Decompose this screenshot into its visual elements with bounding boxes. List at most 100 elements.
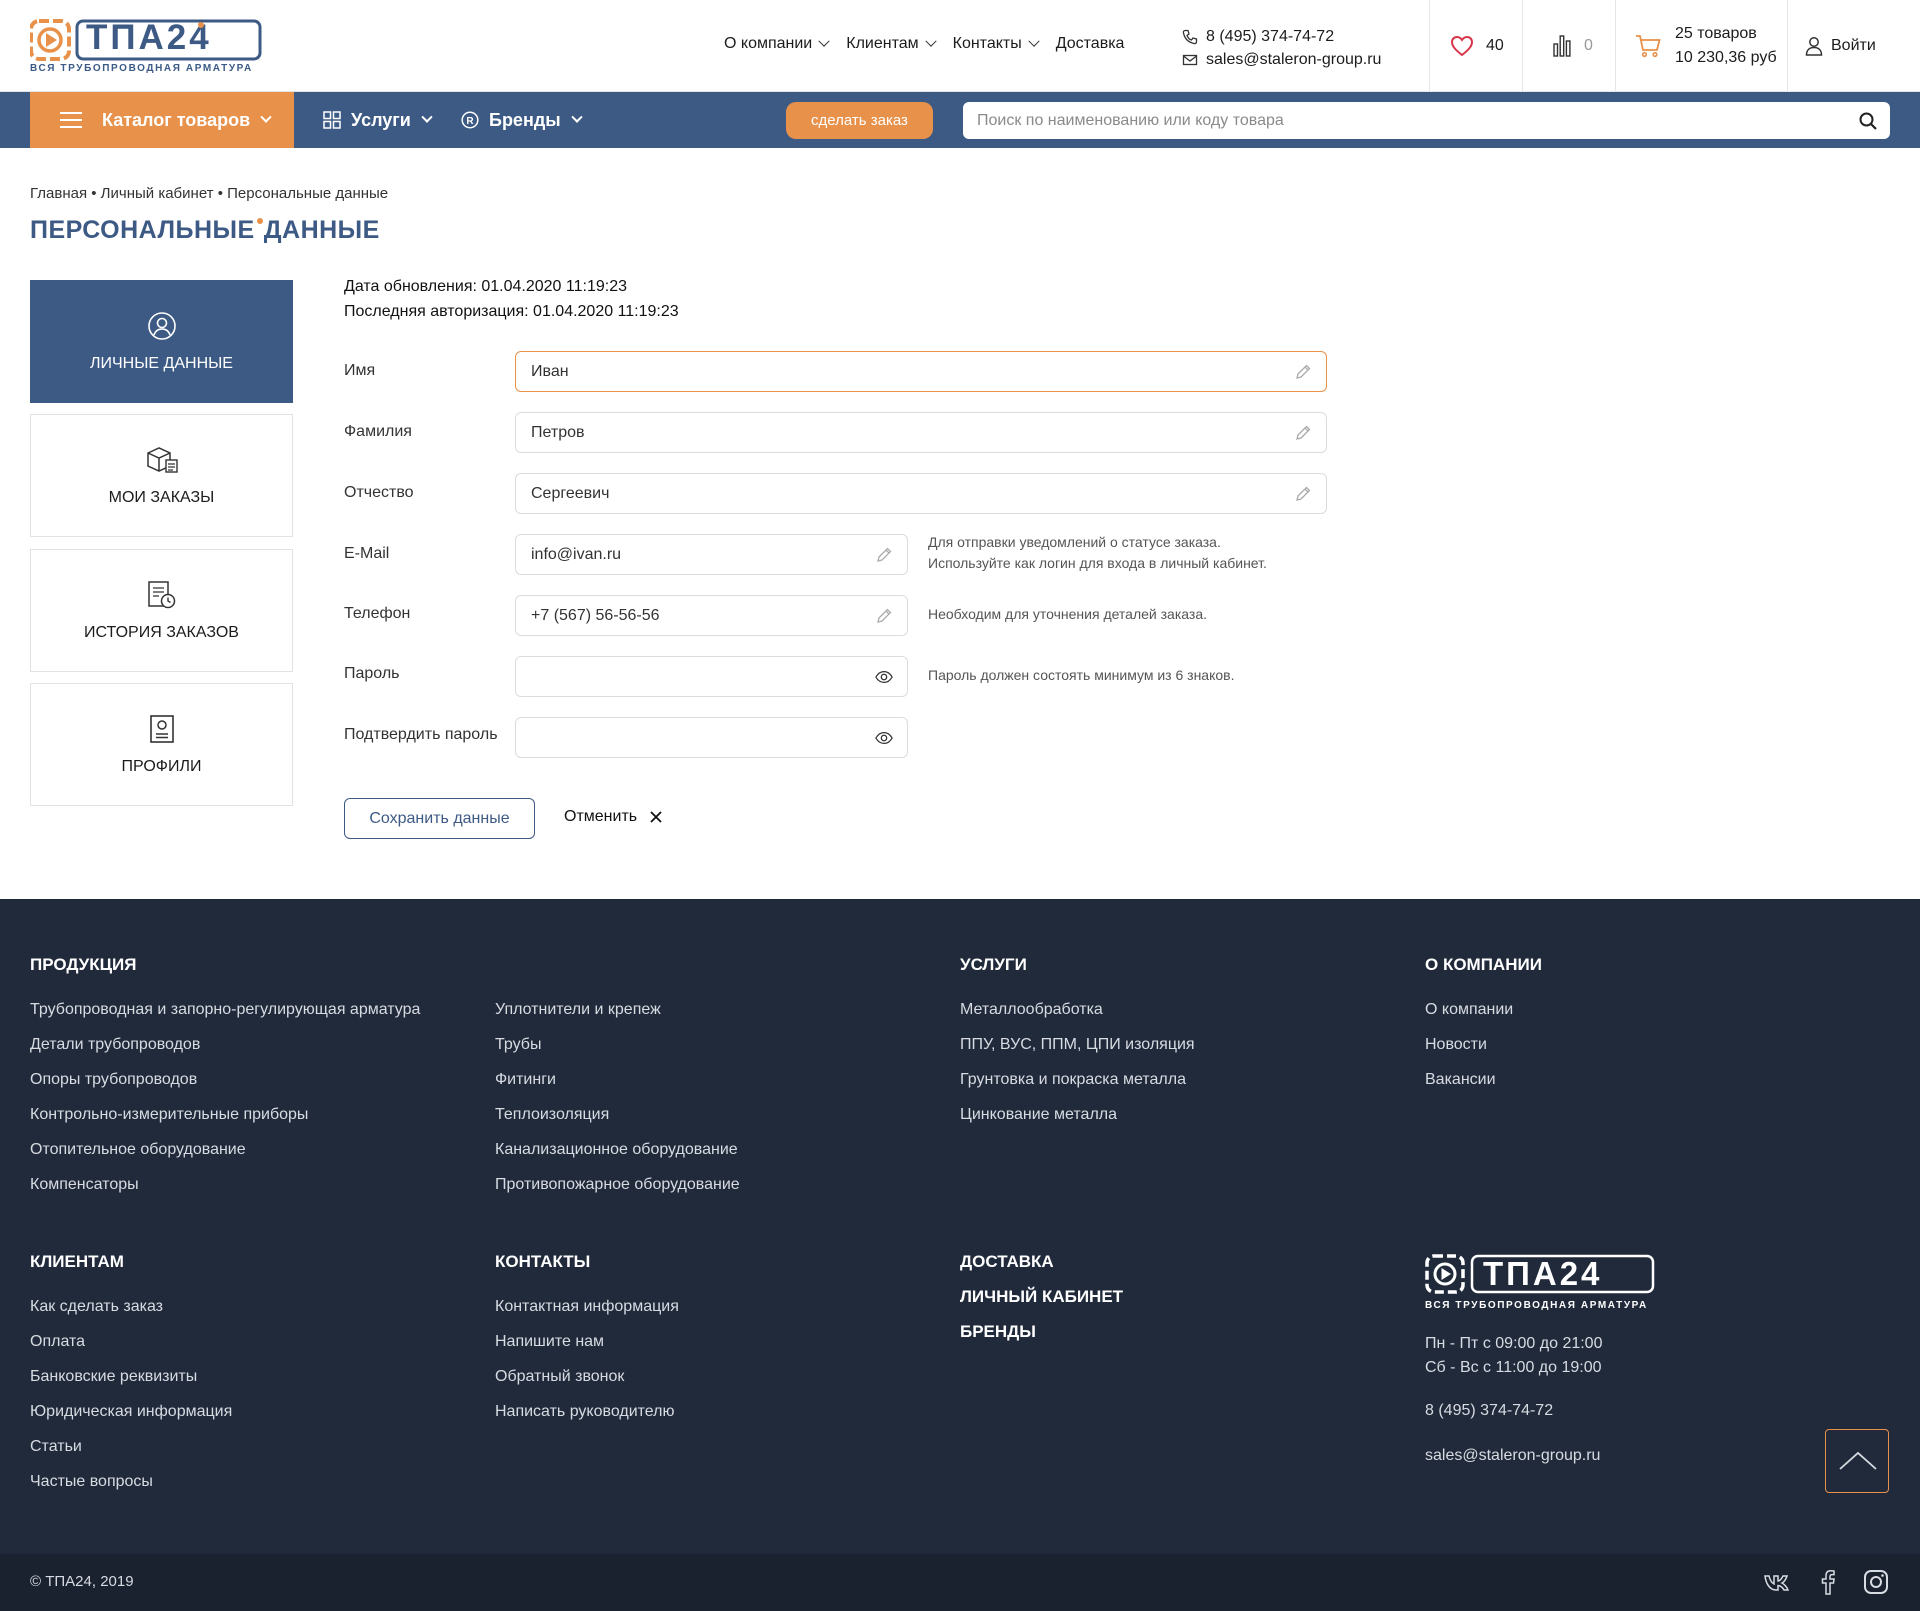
mail-icon	[1182, 54, 1198, 65]
footer-delivery-title[interactable]: ДОСТАВКА	[960, 1252, 1054, 1272]
pencil-icon[interactable]	[1294, 485, 1312, 503]
footer-bottom-bar: © ТПА24, 2019	[0, 1554, 1920, 1611]
search-icon[interactable]	[1858, 111, 1878, 131]
footer-link[interactable]: Написать руководителю	[495, 1403, 675, 1421]
footer-link[interactable]: Противопожарное оборудование	[495, 1176, 740, 1194]
heart-icon	[1450, 35, 1474, 57]
footer-link[interactable]: Напишите нам	[495, 1333, 604, 1351]
sidebar-item-label: ЛИЧНЫЕ ДАННЫЕ	[90, 354, 233, 372]
footer-link[interactable]: Частые вопросы	[30, 1473, 153, 1491]
header-phone[interactable]: 8 (495) 374-74-72	[1206, 25, 1334, 48]
confirm-password-label: Подтвердить пароль	[344, 726, 498, 743]
footer-link[interactable]: Опоры трубопроводов	[30, 1071, 197, 1089]
eye-icon[interactable]	[875, 729, 893, 747]
footer-link[interactable]: Юридическая информация	[30, 1403, 232, 1421]
facebook-icon[interactable]	[1814, 1568, 1842, 1596]
footer-contacts-title[interactable]: КОНТАКТЫ	[495, 1252, 590, 1272]
title-dot	[256, 218, 263, 224]
footer-link[interactable]: Статьи	[30, 1438, 82, 1456]
phone-input[interactable]	[516, 596, 856, 635]
pencil-icon[interactable]	[875, 607, 893, 625]
footer-link[interactable]: Как сделать заказ	[30, 1298, 163, 1316]
sidebar-item-label: МОИ ЗАКАЗЫ	[108, 488, 215, 506]
footer-clients-title[interactable]: КЛИЕНТАМ	[30, 1252, 124, 1272]
footer-link[interactable]: Уплотнители и крепеж	[495, 1001, 661, 1019]
footer-link[interactable]: Цинкование металла	[960, 1106, 1117, 1124]
pencil-icon[interactable]	[875, 546, 893, 564]
login-button[interactable]: Войти	[1805, 0, 1895, 92]
nav-contacts[interactable]: Контакты	[953, 35, 1040, 53]
header-email[interactable]: sales@staleron-group.ru	[1206, 48, 1381, 71]
breadcrumb[interactable]: Главная • Личный кабинет • Персональные …	[30, 185, 388, 202]
cart-button[interactable]: 25 товаров 10 230,36 руб	[1635, 0, 1785, 92]
brands-menu[interactable]: R Бренды	[461, 92, 583, 148]
close-icon	[650, 811, 662, 823]
catalog-label: Каталог товаров	[102, 109, 251, 130]
chevron-down-icon	[421, 111, 433, 123]
first-name-input[interactable]	[516, 352, 1276, 391]
cancel-button[interactable]: Отменить	[564, 808, 663, 826]
footer-link[interactable]: Компенсаторы	[30, 1176, 139, 1194]
nav-about[interactable]: О компании	[724, 35, 830, 53]
services-menu[interactable]: Услуги	[323, 92, 433, 148]
vk-icon[interactable]	[1763, 1568, 1791, 1596]
footer-link[interactable]: Теплоизоляция	[495, 1106, 609, 1124]
footer-link[interactable]: Контрольно-измерительные приборы	[30, 1106, 308, 1124]
footer-link[interactable]: Канализационное оборудование	[495, 1141, 738, 1159]
footer-link[interactable]: Грунтовка и покраска металла	[960, 1071, 1186, 1089]
footer-company-title[interactable]: О КОМПАНИИ	[1425, 955, 1542, 975]
footer-link[interactable]: Отопительное оборудование	[30, 1141, 246, 1159]
page-title-part2: ДАННЫЕ	[263, 216, 380, 244]
nav-delivery-label: Доставка	[1055, 35, 1125, 52]
footer-link[interactable]: Обратный звонок	[495, 1368, 624, 1386]
eye-icon[interactable]	[875, 668, 893, 686]
footer-logo-text: ТПА24	[1483, 1255, 1603, 1292]
instagram-icon[interactable]	[1862, 1568, 1890, 1596]
grid-icon	[323, 111, 341, 129]
nav-delivery[interactable]: Доставка	[1056, 35, 1125, 53]
last-login: Последняя авторизация: 01.04.2020 11:19:…	[344, 303, 679, 320]
confirm-password-input[interactable]	[516, 718, 856, 757]
footer-phone[interactable]: 8 (495) 374-74-72	[1425, 1402, 1553, 1420]
footer-link[interactable]: Трубопроводная и запорно-регулирующая ар…	[30, 1001, 420, 1019]
compare-chart-icon	[1553, 35, 1571, 57]
pencil-icon[interactable]	[1294, 363, 1312, 381]
password-input[interactable]	[516, 657, 856, 696]
footer-link[interactable]: Новости	[1425, 1036, 1487, 1054]
footer-link[interactable]: Металлообработка	[960, 1001, 1103, 1019]
search-input[interactable]	[963, 102, 1843, 139]
sidebar-item-profiles[interactable]: ПРОФИЛИ	[30, 683, 293, 806]
pencil-icon[interactable]	[1294, 424, 1312, 442]
last-name-input[interactable]	[516, 413, 1276, 452]
footer-services-title[interactable]: УСЛУГИ	[960, 955, 1027, 975]
footer-link[interactable]: Трубы	[495, 1036, 541, 1054]
footer-link[interactable]: ППУ, ВУС, ППМ, ЦПИ изоляция	[960, 1036, 1195, 1054]
make-order-button[interactable]: сделать заказ	[786, 102, 933, 139]
footer-cabinet-title[interactable]: ЛИЧНЫЙ КАБИНЕТ	[960, 1287, 1123, 1307]
footer-brands-title[interactable]: БРЕНДЫ	[960, 1322, 1036, 1342]
footer-link[interactable]: О компании	[1425, 1001, 1513, 1019]
user-icon	[1805, 37, 1823, 56]
save-button[interactable]: Сохранить данные	[344, 798, 535, 839]
sidebar-item-order-history[interactable]: ИСТОРИЯ ЗАКАЗОВ	[30, 549, 293, 672]
footer-link[interactable]: Детали трубопроводов	[30, 1036, 200, 1054]
footer-link[interactable]: Контактная информация	[495, 1298, 679, 1316]
scroll-to-top-button[interactable]	[1825, 1429, 1889, 1493]
footer-link[interactable]: Вакансии	[1425, 1071, 1496, 1089]
email-input[interactable]	[516, 535, 856, 574]
sidebar-item-my-orders[interactable]: МОИ ЗАКАЗЫ	[30, 414, 293, 537]
middle-name-input[interactable]	[516, 474, 1276, 513]
sidebar-item-personal-data[interactable]: ЛИЧНЫЕ ДАННЫЕ	[30, 280, 293, 403]
footer-link[interactable]: Банковские реквизиты	[30, 1368, 197, 1386]
catalog-button[interactable]: Каталог товаров	[30, 92, 294, 148]
footer-link[interactable]: Оплата	[30, 1333, 85, 1351]
footer-products-title[interactable]: ПРОДУКЦИЯ	[30, 955, 136, 975]
chevron-down-icon	[818, 35, 830, 47]
nav-clients[interactable]: Клиентам	[846, 35, 937, 53]
favorites-button[interactable]: 40	[1450, 0, 1522, 92]
compare-button[interactable]: 0	[1552, 0, 1612, 92]
footer-link[interactable]: Фитинги	[495, 1071, 556, 1089]
password-label: Пароль	[344, 665, 400, 682]
divider	[1615, 0, 1616, 92]
footer-email[interactable]: sales@staleron-group.ru	[1425, 1447, 1600, 1465]
